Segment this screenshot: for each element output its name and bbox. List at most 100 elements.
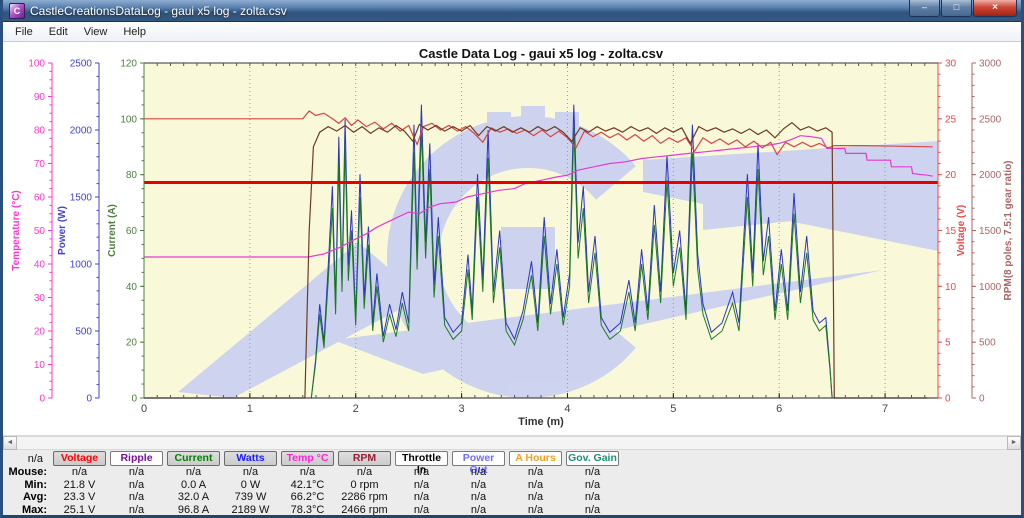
row-label-max: Max: xyxy=(3,504,51,516)
stat-value: 0.0 A xyxy=(165,479,222,491)
stat-value: n/a xyxy=(108,466,165,478)
maximize-button[interactable]: □ xyxy=(941,0,972,17)
window-controls: – □ × xyxy=(908,0,1017,21)
series-button-rpm[interactable]: RPM xyxy=(338,451,391,466)
stat-value: n/a xyxy=(450,504,507,516)
x-tick-label: 0 xyxy=(141,403,147,415)
axis-title-current-a: Current (A) xyxy=(107,204,118,257)
menu-file[interactable]: File xyxy=(7,24,41,40)
minimize-button[interactable]: – xyxy=(909,0,940,17)
series-button-current[interactable]: Current xyxy=(167,451,220,466)
series-button-voltage[interactable]: Voltage xyxy=(53,451,106,466)
y-tick-label: 10 xyxy=(34,360,46,371)
y-tick-label: 0 xyxy=(86,394,92,405)
x-tick-label: 2 xyxy=(353,403,359,415)
stat-value: 0 rpm xyxy=(336,479,393,491)
stats-corner-label: n/a xyxy=(3,453,51,465)
y-tick-label: 1500 xyxy=(70,193,93,204)
stat-value: 96.8 A xyxy=(165,504,222,516)
y-tick-label: 1000 xyxy=(979,282,1002,293)
axis-title-temperature-c: Temperature (°C) xyxy=(11,190,22,271)
stat-value: 25.1 V xyxy=(51,504,108,516)
y-tick-label: 80 xyxy=(126,170,138,181)
stat-value: n/a xyxy=(393,466,450,478)
series-button-ripple[interactable]: Ripple xyxy=(110,451,163,466)
y-tick-label: 30 xyxy=(945,59,957,70)
x-tick-label: 6 xyxy=(776,403,782,415)
horizontal-scrollbar[interactable]: ◄ ► xyxy=(3,435,1021,450)
stat-value: n/a xyxy=(564,491,621,503)
y-tick-label: 20 xyxy=(126,338,138,349)
x-tick-label: 4 xyxy=(564,403,570,415)
y-tick-label: 100 xyxy=(120,114,137,125)
menu-view[interactable]: View xyxy=(76,24,116,40)
series-button-a-hours[interactable]: A Hours xyxy=(509,451,562,466)
stat-value: n/a xyxy=(450,479,507,491)
y-tick-label: 60 xyxy=(34,193,46,204)
series-button-throttle-in[interactable]: Throttle In xyxy=(395,451,448,466)
y-tick-label: 0 xyxy=(945,394,951,405)
y-tick-label: 30 xyxy=(34,293,46,304)
y-tick-label: 5 xyxy=(945,338,951,349)
stat-value: 21.8 V xyxy=(51,479,108,491)
y-tick-label: 20 xyxy=(945,170,957,181)
stat-value: n/a xyxy=(450,491,507,503)
stat-value: 78.3°C xyxy=(279,504,336,516)
x-tick-label: 7 xyxy=(882,403,888,415)
menu-edit[interactable]: Edit xyxy=(41,24,76,40)
close-button[interactable]: × xyxy=(973,0,1017,17)
stat-value: n/a xyxy=(108,479,165,491)
stat-value: n/a xyxy=(507,466,564,478)
row-label-avg: Avg: xyxy=(3,491,51,503)
y-tick-label: 25 xyxy=(945,114,957,125)
chart-panel: 01234567Time (m)0102030405060708090100Te… xyxy=(3,42,1021,435)
stat-value: n/a xyxy=(108,491,165,503)
stat-value: n/a xyxy=(222,466,279,478)
y-tick-label: 0 xyxy=(979,394,985,405)
scrollbar-track[interactable] xyxy=(17,436,1007,450)
stat-value: 2189 W xyxy=(222,504,279,516)
stat-value: n/a xyxy=(393,491,450,503)
stat-value: 2466 rpm xyxy=(336,504,393,516)
row-label-mouse: Mouse: xyxy=(3,466,51,478)
stat-value: 32.0 A xyxy=(165,491,222,503)
series-button-temp-c[interactable]: Temp °C xyxy=(281,451,334,466)
x-axis-title: Time (m) xyxy=(518,416,564,428)
data-log-chart[interactable]: 01234567Time (m)0102030405060708090100Te… xyxy=(3,42,1021,435)
x-tick-label: 5 xyxy=(670,403,676,415)
y-tick-label: 2500 xyxy=(979,114,1002,125)
menu-help[interactable]: Help xyxy=(115,24,154,40)
y-tick-label: 40 xyxy=(34,260,46,271)
scroll-left-button[interactable]: ◄ xyxy=(3,436,17,450)
app-window: C CastleCreationsDataLog - gaui x5 log -… xyxy=(0,0,1024,518)
stat-value: 0 W xyxy=(222,479,279,491)
y-tick-label: 500 xyxy=(75,327,92,338)
stat-value: n/a xyxy=(393,479,450,491)
y-tick-label: 1000 xyxy=(70,260,93,271)
y-tick-label: 500 xyxy=(979,338,996,349)
scroll-right-button[interactable]: ► xyxy=(1007,436,1021,450)
axis-title-voltage-v: Voltage (V) xyxy=(956,205,967,256)
series-button-power-out[interactable]: Power Out xyxy=(452,451,505,466)
stat-value: n/a xyxy=(336,466,393,478)
y-tick-label: 2000 xyxy=(70,126,93,137)
stat-value: 2286 rpm xyxy=(336,491,393,503)
stat-value: n/a xyxy=(165,466,222,478)
stat-value: 42.1°C xyxy=(279,479,336,491)
stat-value: n/a xyxy=(393,504,450,516)
y-tick-label: 90 xyxy=(34,92,46,103)
window-title: CastleCreationsDataLog - gaui x5 log - z… xyxy=(30,4,287,18)
series-button-gov-gain[interactable]: Gov. Gain xyxy=(566,451,619,466)
stat-value: n/a xyxy=(51,466,108,478)
stat-value: n/a xyxy=(279,466,336,478)
y-tick-label: 50 xyxy=(34,226,46,237)
row-label-min: Min: xyxy=(3,479,51,491)
menubar: File Edit View Help xyxy=(3,22,1021,42)
stat-value: n/a xyxy=(564,479,621,491)
y-tick-label: 3000 xyxy=(979,59,1002,70)
y-tick-label: 2500 xyxy=(70,59,93,70)
y-tick-label: 0 xyxy=(131,394,137,405)
series-button-watts[interactable]: Watts xyxy=(224,451,277,466)
y-tick-label: 100 xyxy=(28,59,45,70)
titlebar: C CastleCreationsDataLog - gaui x5 log -… xyxy=(3,0,1021,22)
